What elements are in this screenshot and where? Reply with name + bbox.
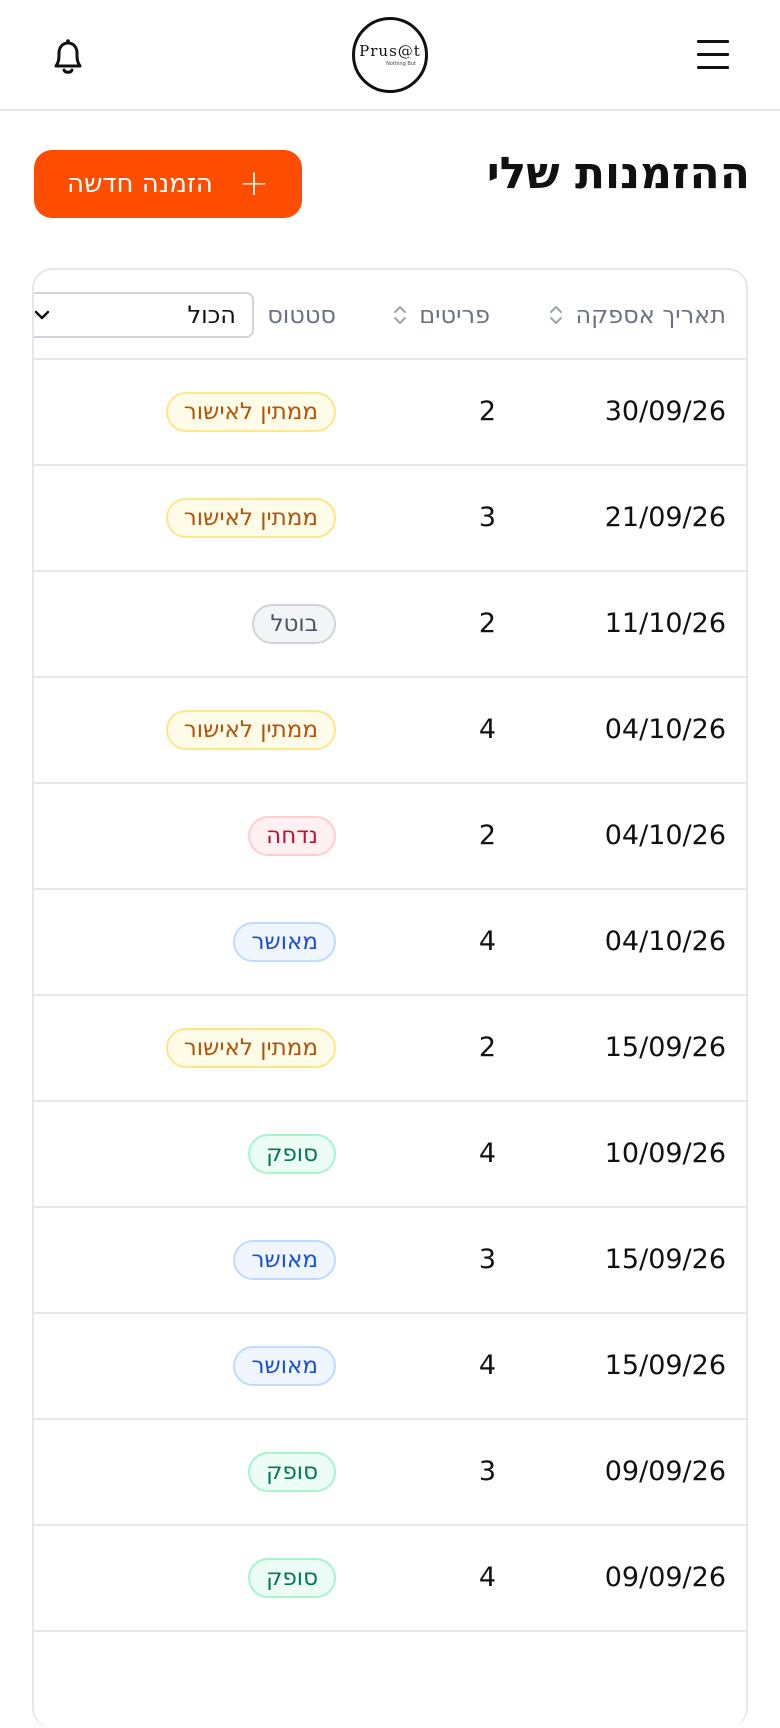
table-row[interactable]: 10/09/26 4 סופק xyxy=(34,1102,746,1208)
delivery-date-cell: 04/10/26 xyxy=(604,820,726,851)
table-row[interactable]: 09/09/26 4 סופק xyxy=(34,1526,746,1632)
bell-icon[interactable] xyxy=(44,34,92,82)
status-badge: סופק xyxy=(248,1134,336,1174)
table-row[interactable]: 04/10/26 4 ממתין לאישור xyxy=(34,678,746,784)
column-header-date[interactable]: תאריך אספקה xyxy=(549,270,726,360)
status-badge: סופק xyxy=(248,1558,336,1598)
new-order-button[interactable]: הזמנה חדשה + xyxy=(34,150,302,218)
delivery-date-cell: 09/09/26 xyxy=(604,1456,726,1487)
plus-icon: + xyxy=(238,163,270,204)
table-header: תאריך אספקה פריטים סטטוס הכול xyxy=(34,270,746,360)
items-count-cell: 4 xyxy=(478,714,496,745)
table-row[interactable]: 09/09/26 3 סופק xyxy=(34,1420,746,1526)
status-badge: מאושר xyxy=(233,1346,336,1386)
column-items-label: פריטים xyxy=(419,301,490,329)
table-row[interactable]: 21/09/26 3 ממתין לאישור xyxy=(34,466,746,572)
delivery-date-cell: 15/09/26 xyxy=(604,1350,726,1381)
items-count-cell: 4 xyxy=(478,1562,496,1593)
delivery-date-cell: 15/09/26 xyxy=(604,1244,726,1275)
items-count-cell: 3 xyxy=(478,1244,496,1275)
status-badge: ממתין לאישור xyxy=(165,498,336,538)
status-badge: ממתין לאישור xyxy=(165,1028,336,1068)
sort-icon xyxy=(394,306,407,324)
status-badge: סופק xyxy=(248,1452,336,1492)
items-count-cell: 2 xyxy=(478,820,496,851)
table-row[interactable]: 30/09/26 2 ממתין לאישור xyxy=(34,360,746,466)
delivery-date-cell: 21/09/26 xyxy=(604,502,726,533)
items-count-cell: 3 xyxy=(478,1456,496,1487)
items-count-cell: 4 xyxy=(478,1350,496,1381)
column-header-items[interactable]: פריטים xyxy=(393,270,490,360)
delivery-date-cell: 10/09/26 xyxy=(604,1138,726,1169)
chevron-down-icon xyxy=(34,310,50,320)
hamburger-menu-icon[interactable] xyxy=(697,40,729,70)
orders-table: תאריך אספקה פריטים סטטוס הכול 30/09/26 2 מ… xyxy=(32,268,748,1728)
status-badge: מאושר xyxy=(233,1240,336,1280)
delivery-date-cell: 04/10/26 xyxy=(604,714,726,745)
status-filter-value: הכול xyxy=(187,301,236,329)
delivery-date-cell: 11/10/26 xyxy=(604,608,726,639)
table-row[interactable]: 15/09/26 4 מאושר xyxy=(34,1314,746,1420)
delivery-date-cell: 04/10/26 xyxy=(604,926,726,957)
status-filter-select[interactable]: הכול xyxy=(34,292,254,338)
status-badge: נדחה xyxy=(248,816,336,856)
status-badge: בוטל xyxy=(252,604,336,644)
delivery-date-cell: 30/09/26 xyxy=(604,396,726,427)
items-count-cell: 4 xyxy=(478,926,496,957)
sort-icon xyxy=(550,306,563,324)
items-count-cell: 2 xyxy=(478,608,496,639)
table-row[interactable]: 11/10/26 2 בוטל xyxy=(34,572,746,678)
table-row[interactable]: 04/10/26 4 מאושר xyxy=(34,890,746,996)
table-row[interactable]: 04/10/26 2 נדחה xyxy=(34,784,746,890)
table-row[interactable]: 15/09/26 2 ממתין לאישור xyxy=(34,996,746,1102)
logo-wordmark: Prus@t xyxy=(359,41,421,60)
page-title: ההזמנות שלי xyxy=(486,148,750,199)
items-count-cell: 2 xyxy=(478,1032,496,1063)
items-count-cell: 4 xyxy=(478,1138,496,1169)
new-order-label: הזמנה חדשה xyxy=(66,169,213,199)
logo-tagline: Nothing But xyxy=(386,60,416,67)
table-row[interactable]: 15/09/26 3 מאושר xyxy=(34,1208,746,1314)
items-count-cell: 2 xyxy=(478,396,496,427)
delivery-date-cell: 15/09/26 xyxy=(604,1032,726,1063)
top-bar: Prus@t Nothing But xyxy=(0,0,780,111)
column-date-label: תאריך אספקה xyxy=(575,301,726,329)
status-badge: ממתין לאישור xyxy=(165,392,336,432)
delivery-date-cell: 09/09/26 xyxy=(604,1562,726,1593)
status-badge: מאושר xyxy=(233,922,336,962)
brand-logo[interactable]: Prus@t Nothing But xyxy=(352,17,428,93)
column-header-status[interactable]: סטטוס xyxy=(241,270,336,360)
status-badge: ממתין לאישור xyxy=(165,710,336,750)
items-count-cell: 3 xyxy=(478,502,496,533)
column-status-label: סטטוס xyxy=(267,301,336,329)
